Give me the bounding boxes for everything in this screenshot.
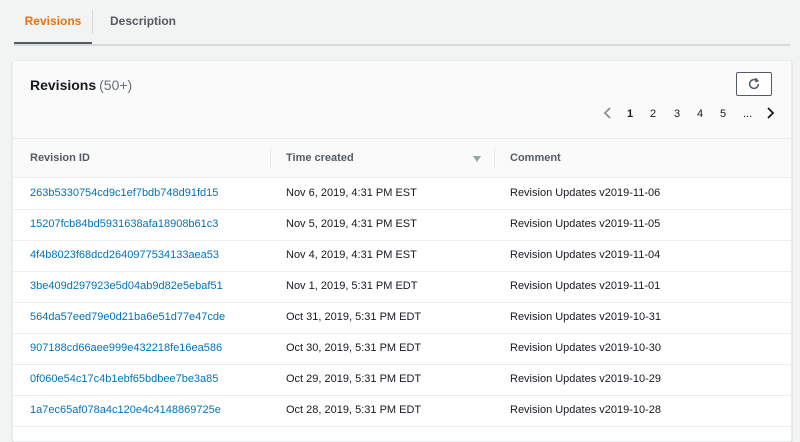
revision-id-link[interactable]: 15207fcb84bd5931638afa18908b61c3 [30,218,218,230]
column-header-revision-id[interactable]: Revision ID [30,152,90,164]
revision-id-link[interactable]: 907188cd66aee999e432218fe16ea586 [30,342,222,354]
refresh-icon [748,77,760,90]
revision-id-link[interactable]: 4f4b8023f68dcd2640977534133aea53 [30,249,219,261]
comment-cell: Revision Updates v2019-11-05 [510,218,661,230]
revision-count: (50+) [99,77,133,93]
table-header: Revision ID Time created Comment [13,139,791,178]
table-row: 15207fcb84bd5931638afa18908b61c3 Nov 5, 2… [13,209,791,241]
column-divider[interactable] [270,148,271,168]
page-1[interactable]: 1 [627,108,633,120]
revision-id-link[interactable]: 263b5330754cd9c1ef7bdb748d91fd15 [30,187,218,199]
table-row: 564da57eed79e0d21ba6e51d77e47cde Oct 31, … [13,302,791,334]
table-row: 263b5330754cd9c1ef7bdb748d91fd15 Nov 6, 2… [13,178,791,210]
revision-id-link[interactable]: 564da57eed79e0d21ba6e51d77e47cde [30,311,225,323]
tab-bar: Revisions Description [14,0,790,46]
revisions-panel: Revisions (50+) 1 2 3 4 5 ... Revision ID [12,60,792,442]
time-created-cell: Nov 4, 2019, 4:31 PM EST [286,249,417,261]
comment-cell: Revision Updates v2019-10-30 [510,342,662,354]
time-created-cell: Oct 29, 2019, 5:31 PM EDT [286,373,422,385]
page-ellipsis: ... [743,108,753,120]
comment-cell: Revision Updates v2019-11-06 [510,187,661,199]
time-created-cell: Oct 28, 2019, 5:31 PM EDT [286,404,422,416]
revision-id-link[interactable]: 0f060e54c17c4b1ebf65bdbee7be3a85 [30,373,218,385]
table-row: 1a7ec65af078a4c120e4c4148869725e Oct 28, … [13,395,791,427]
table-row: 907188cd66aee999e432218fe16ea586 Oct 30, … [13,333,791,365]
sort-descending-icon[interactable] [472,154,482,166]
revision-id-link[interactable]: 1a7ec65af078a4c120e4c4148869725e [30,404,221,416]
tab-description[interactable]: Description [110,0,176,42]
column-divider[interactable] [494,148,495,168]
comment-cell: Revision Updates v2019-10-28 [510,404,662,416]
pagination: 1 2 3 4 5 ... [601,105,781,125]
tab-revisions[interactable]: Revisions [14,0,92,44]
table-row: 3be409d297923e5d04ab9d82e5ebaf51 Nov 1, 2… [13,271,791,303]
panel-header: Revisions (50+) 1 2 3 4 5 ... [13,61,791,139]
panel-title: Revisions (50+) [30,77,132,93]
revision-id-link[interactable]: 3be409d297923e5d04ab9d82e5ebaf51 [30,280,223,292]
page-2[interactable]: 2 [650,108,656,120]
page-3[interactable]: 3 [674,108,680,120]
comment-cell: Revision Updates v2019-11-01 [510,280,661,292]
table-row: 4f4b8023f68dcd2640977534133aea53 Nov 4, 2… [13,240,791,272]
time-created-cell: Oct 30, 2019, 5:31 PM EDT [286,342,422,354]
comment-cell: Revision Updates v2019-10-29 [510,373,662,385]
comment-cell: Revision Updates v2019-11-04 [510,249,661,261]
time-created-cell: Oct 31, 2019, 5:31 PM EDT [286,311,422,323]
panel-title-text: Revisions [30,77,97,93]
time-created-cell: Nov 5, 2019, 4:31 PM EST [286,218,417,230]
column-header-time-created[interactable]: Time created [286,152,354,164]
chevron-left-icon[interactable] [603,106,613,123]
page-5[interactable]: 5 [720,108,726,120]
refresh-button[interactable] [736,72,772,96]
chevron-right-icon[interactable] [765,106,775,123]
time-created-cell: Nov 1, 2019, 5:31 PM EDT [286,280,418,292]
column-header-comment[interactable]: Comment [510,152,561,164]
table-row: 0f060e54c17c4b1ebf65bdbee7be3a85 Oct 29, … [13,364,791,396]
comment-cell: Revision Updates v2019-10-31 [510,311,662,323]
tab-divider [92,10,93,34]
page-4[interactable]: 4 [697,108,703,120]
time-created-cell: Nov 6, 2019, 4:31 PM EST [286,187,417,199]
